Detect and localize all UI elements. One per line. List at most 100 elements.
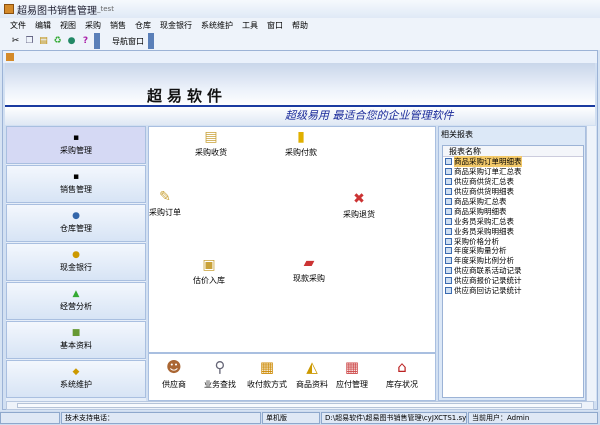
report-icon: [445, 198, 452, 205]
banner-brand: 超易软件: [147, 87, 228, 105]
help-icon[interactable]: ?: [80, 36, 91, 47]
paste-icon[interactable]: ▤: [38, 36, 49, 47]
sidebar-item-sales[interactable]: ▪ 销售管理: [6, 165, 146, 203]
warehouse-icon: ●: [72, 211, 80, 221]
sidebar-item-analysis[interactable]: ▲ 经营分析: [6, 282, 146, 320]
report-icon: [445, 227, 452, 235]
cash-icon: ●: [72, 250, 80, 260]
button-label: 商品资料: [296, 380, 328, 389]
banner: 超易软件 超级易用 最适合您的企业管理软件: [5, 63, 595, 125]
purchase-icon: ▪: [72, 133, 80, 143]
stock-button[interactable]: ⌂ 库存状况: [379, 358, 425, 390]
payable-button[interactable]: ▦ 应付管理: [329, 358, 375, 390]
horizontal-scrollbar[interactable]: [6, 401, 594, 410]
cut-icon[interactable]: ✂: [10, 36, 21, 47]
sidebar-item-purchase[interactable]: ▪ 采购管理: [6, 126, 146, 164]
menu-system[interactable]: 系统维护: [201, 20, 233, 31]
stock-icon: ⌂: [397, 358, 407, 376]
menu-purchase[interactable]: 采购: [85, 20, 101, 31]
business-search-button[interactable]: ⚲ 业务查找: [197, 358, 243, 390]
status-edition: 单机版: [262, 412, 320, 424]
button-label: 供应商: [162, 380, 186, 389]
nav-window-button[interactable]: 导航窗口: [112, 36, 144, 47]
sidebar-item-system[interactable]: ◆ 系统维护: [6, 360, 146, 398]
order-icon: ✎: [159, 189, 171, 205]
sidebar-item-label: 经营分析: [60, 302, 92, 311]
button-label: 应付管理: [336, 380, 368, 389]
report-icon: [445, 217, 452, 225]
status-blank: [0, 412, 60, 424]
report-icon: [445, 178, 452, 186]
button-label: 收付款方式: [247, 380, 287, 389]
search-icon: ⚲: [214, 358, 226, 376]
cash-purchase-icon: ▰: [303, 255, 315, 271]
flow-panel: ▤ 采购收货 ▮ 采购付款 ✎ 采购订单 ✖ 采购退货 ▣ 估价入库 ▰ 现款采购: [148, 126, 436, 353]
sidebar-item-warehouse[interactable]: ● 仓库管理: [6, 204, 146, 242]
flow-purchase-return[interactable]: ✖ 采购退货: [329, 191, 389, 220]
menu-bar: 文件 编辑 视图 采购 销售 仓库 现金银行 系统维护 工具 窗口 帮助: [0, 18, 600, 32]
menu-cash-bank[interactable]: 现金银行: [160, 20, 192, 31]
sidebar-item-label: 基本资料: [60, 341, 92, 350]
node-label: 估价入库: [193, 276, 225, 285]
receive-icon: ▤: [204, 129, 218, 145]
sidebar-item-label: 销售管理: [60, 185, 92, 194]
report-icon: [445, 257, 452, 265]
report-item[interactable]: 供应商回访记录统计: [443, 286, 583, 296]
banner-slogan: 超级易用 最适合您的企业管理软件: [285, 109, 454, 122]
system-icon: ◆: [72, 367, 80, 377]
flow-purchase-payment[interactable]: ▮ 采购付款: [271, 129, 331, 158]
globe-icon[interactable]: ●: [66, 36, 77, 47]
flow-cash-purchase[interactable]: ▰ 现款采购: [279, 255, 339, 284]
menu-sales[interactable]: 销售: [110, 20, 126, 31]
payable-icon: ▦: [344, 358, 360, 376]
sidebar-item-label: 系统维护: [60, 380, 92, 389]
return-icon: ✖: [353, 191, 365, 207]
supplier-button[interactable]: ☻ 供应商: [151, 358, 197, 390]
sidebar: ▪ 采购管理 ▪ 销售管理 ● 仓库管理 ● 现金银行 ▲ 经营分析 ■ 基本资料 ◆ 系统维…: [6, 126, 146, 401]
report-panel-title: 相关报表: [441, 130, 473, 139]
menu-help[interactable]: 帮助: [292, 20, 308, 31]
status-support: 技术支持电话：: [61, 412, 261, 424]
report-icon: [445, 168, 452, 176]
sidebar-item-label: 仓库管理: [60, 224, 92, 233]
data-icon: ■: [71, 328, 81, 338]
menu-warehouse[interactable]: 仓库: [135, 20, 151, 31]
toolbar-overflow[interactable]: [94, 33, 100, 49]
report-icon: [445, 267, 452, 275]
toolbar-overflow-2[interactable]: [148, 33, 154, 49]
title-bar: 超易图书销售管理 _test: [0, 0, 600, 18]
flow-purchase-receive[interactable]: ▤ 采购收货: [181, 129, 241, 158]
payment-method-button[interactable]: ▦ 收付款方式: [241, 358, 293, 390]
sidebar-item-basic-data[interactable]: ■ 基本资料: [6, 321, 146, 359]
menu-tools[interactable]: 工具: [242, 20, 258, 31]
menu-file[interactable]: 文件: [10, 20, 26, 31]
report-icon: [445, 247, 452, 255]
menu-view[interactable]: 视图: [60, 20, 76, 31]
report-icon: [445, 277, 452, 285]
report-item-label: 供应商回访记录统计: [454, 286, 522, 296]
sidebar-item-label: 现金银行: [60, 263, 92, 272]
node-label: 采购收货: [195, 148, 227, 157]
sidebar-item-label: 采购管理: [60, 146, 92, 155]
column-header-report-name[interactable]: 报表名称: [443, 146, 583, 157]
menu-window[interactable]: 窗口: [267, 20, 283, 31]
copy-icon[interactable]: ❐: [24, 36, 35, 47]
flow-estimate-stock[interactable]: ▣ 估价入库: [179, 257, 239, 286]
refresh-icon[interactable]: ♻: [52, 36, 63, 47]
supplier-icon: ☻: [166, 358, 182, 376]
sidebar-item-cash-bank[interactable]: ● 现金银行: [6, 243, 146, 281]
app-icon: [4, 4, 14, 14]
button-label: 业务查找: [204, 380, 236, 389]
window-subtitle: _test: [97, 5, 114, 13]
scroll-thumb[interactable]: [17, 403, 582, 408]
child-title-bar: [3, 51, 597, 63]
flow-purchase-order[interactable]: ✎ 采购订单: [135, 189, 195, 218]
report-icon: [445, 237, 452, 245]
report-panel: 相关报表 报表名称 商品采购订单明细表 商品采购订单汇总表 供应商供货汇总表 供应商供…: [438, 126, 586, 401]
menu-edit[interactable]: 编辑: [35, 20, 51, 31]
vertical-scrollbar[interactable]: [586, 126, 596, 401]
node-label: 现款采购: [293, 274, 325, 283]
estimate-stock-icon: ▣: [202, 257, 216, 273]
window-title: 超易图书销售管理: [17, 5, 97, 17]
report-icon: [445, 158, 452, 166]
